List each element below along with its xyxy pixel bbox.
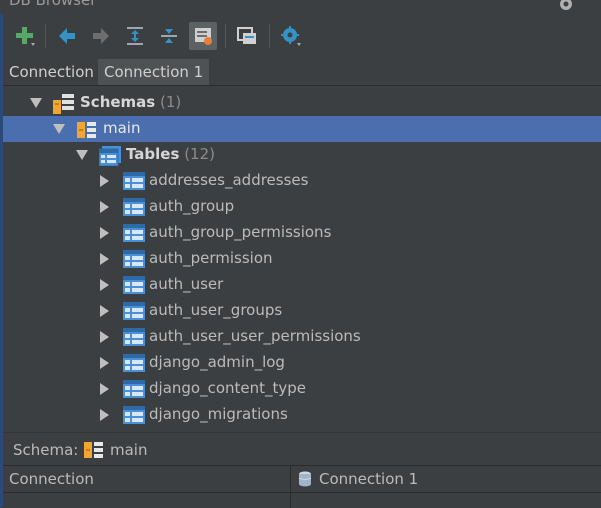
toolbar-separator: [269, 24, 270, 48]
status-bar: Connection Connection 1: [3, 465, 601, 508]
table-name: django_content_type: [149, 379, 307, 397]
table-name: addresses_addresses: [149, 171, 309, 189]
schemas-count: (1): [160, 93, 182, 111]
status-separator: [290, 466, 291, 508]
chevron-down-icon[interactable]: [30, 98, 42, 108]
schemas-label: Schemas (1): [80, 93, 182, 111]
schema-selector[interactable]: main: [110, 441, 147, 459]
table-row[interactable]: django_migrations: [3, 402, 601, 428]
table-name: auth_user_groups: [149, 301, 283, 319]
toolbar: [3, 14, 601, 58]
add-button[interactable]: [11, 22, 39, 50]
schema-bar-label: Schema:: [13, 441, 79, 459]
table-row[interactable]: auth_group_permissions: [3, 220, 601, 246]
table-icon: [123, 250, 145, 268]
tables-count: (12): [184, 145, 215, 163]
open-console-button[interactable]: [233, 22, 261, 50]
table-name: auth_user: [149, 275, 224, 293]
table-name: auth_permission: [149, 249, 273, 267]
status-divider: [3, 492, 601, 493]
arrow-left-icon: [59, 28, 75, 44]
status-connection-value[interactable]: Connection 1: [319, 470, 418, 488]
chevron-right-icon[interactable]: [100, 279, 109, 291]
chevron-right-icon[interactable]: [100, 253, 109, 265]
status-connection-label: Connection: [9, 470, 94, 488]
table-row[interactable]: django_admin_log: [3, 350, 601, 376]
table-name: django_admin_log: [149, 353, 285, 371]
table-icon: [123, 354, 145, 372]
connection-tabs: Connection Connection 1: [3, 59, 601, 86]
table-row[interactable]: auth_user_user_permissions: [3, 324, 601, 350]
schema-icon: [77, 122, 96, 138]
table-icon: [123, 302, 145, 320]
gear-icon: [281, 26, 301, 46]
table-name: auth_user_user_permissions: [149, 327, 361, 345]
console-icon: [237, 27, 256, 44]
table-icon: [123, 406, 145, 424]
table-icon: [123, 172, 145, 190]
chevron-right-icon[interactable]: [100, 227, 109, 239]
gear-icon[interactable]: [556, 0, 576, 14]
table-row[interactable]: auth_permission: [3, 246, 601, 272]
chevron-right-icon[interactable]: [100, 357, 109, 369]
table-row[interactable]: auth_user: [3, 272, 601, 298]
table-icon: [123, 328, 145, 346]
table-row[interactable]: addresses_addresses: [3, 168, 601, 194]
table-icon: [123, 380, 145, 398]
tables-icon: [99, 146, 121, 166]
title-bar: DB Browser: [0, 0, 601, 14]
database-icon: [298, 471, 312, 487]
back-button[interactable]: [53, 22, 81, 50]
chevron-right-icon[interactable]: [100, 201, 109, 213]
expand-all-button[interactable]: [121, 22, 149, 50]
chevron-down-icon[interactable]: [53, 124, 65, 134]
collapse-all-icon: [161, 29, 177, 43]
table-row[interactable]: auth_user_groups: [3, 298, 601, 324]
schema-selector-bar: Schema: main: [3, 432, 601, 466]
table-name: django_migrations: [149, 405, 288, 423]
tables-label: Tables (12): [126, 145, 215, 163]
tree-node-main[interactable]: main: [3, 116, 601, 142]
settings-button[interactable]: [277, 22, 305, 50]
tree-node-tables[interactable]: Tables (12): [3, 142, 601, 168]
tab-connection[interactable]: Connection: [3, 59, 100, 85]
table-name: auth_group_permissions: [149, 223, 332, 241]
expand-all-icon: [127, 27, 143, 45]
tree-node-schemas[interactable]: Schemas (1): [3, 90, 601, 116]
collapse-all-button[interactable]: [155, 22, 183, 50]
table-icon: [123, 224, 145, 242]
main-label: main: [103, 119, 141, 137]
chevron-right-icon[interactable]: [100, 331, 109, 343]
arrow-right-icon: [93, 28, 109, 44]
toolbar-separator: [45, 24, 46, 48]
tab-connection-1[interactable]: Connection 1: [98, 59, 210, 85]
plus-icon: [16, 27, 35, 46]
filter-icon: [195, 28, 212, 45]
chevron-right-icon[interactable]: [100, 383, 109, 395]
schema-tree: Schemas (1) main Tables (12) addresses_a…: [3, 88, 601, 430]
window-title: DB Browser: [9, 0, 97, 9]
table-name: auth_group: [149, 197, 235, 215]
toolbar-separator: [225, 24, 226, 48]
table-icon: [123, 276, 145, 294]
schema-icon: [84, 442, 103, 458]
table-row[interactable]: django_content_type: [3, 376, 601, 402]
chevron-right-icon[interactable]: [100, 175, 109, 187]
table-row[interactable]: auth_group: [3, 194, 601, 220]
table-icon: [123, 198, 145, 216]
filter-button[interactable]: [189, 22, 217, 50]
chevron-down-icon[interactable]: [76, 150, 88, 160]
forward-button[interactable]: [87, 22, 115, 50]
schemas-icon: [53, 94, 74, 114]
chevron-right-icon[interactable]: [100, 305, 109, 317]
chevron-right-icon[interactable]: [100, 409, 109, 421]
